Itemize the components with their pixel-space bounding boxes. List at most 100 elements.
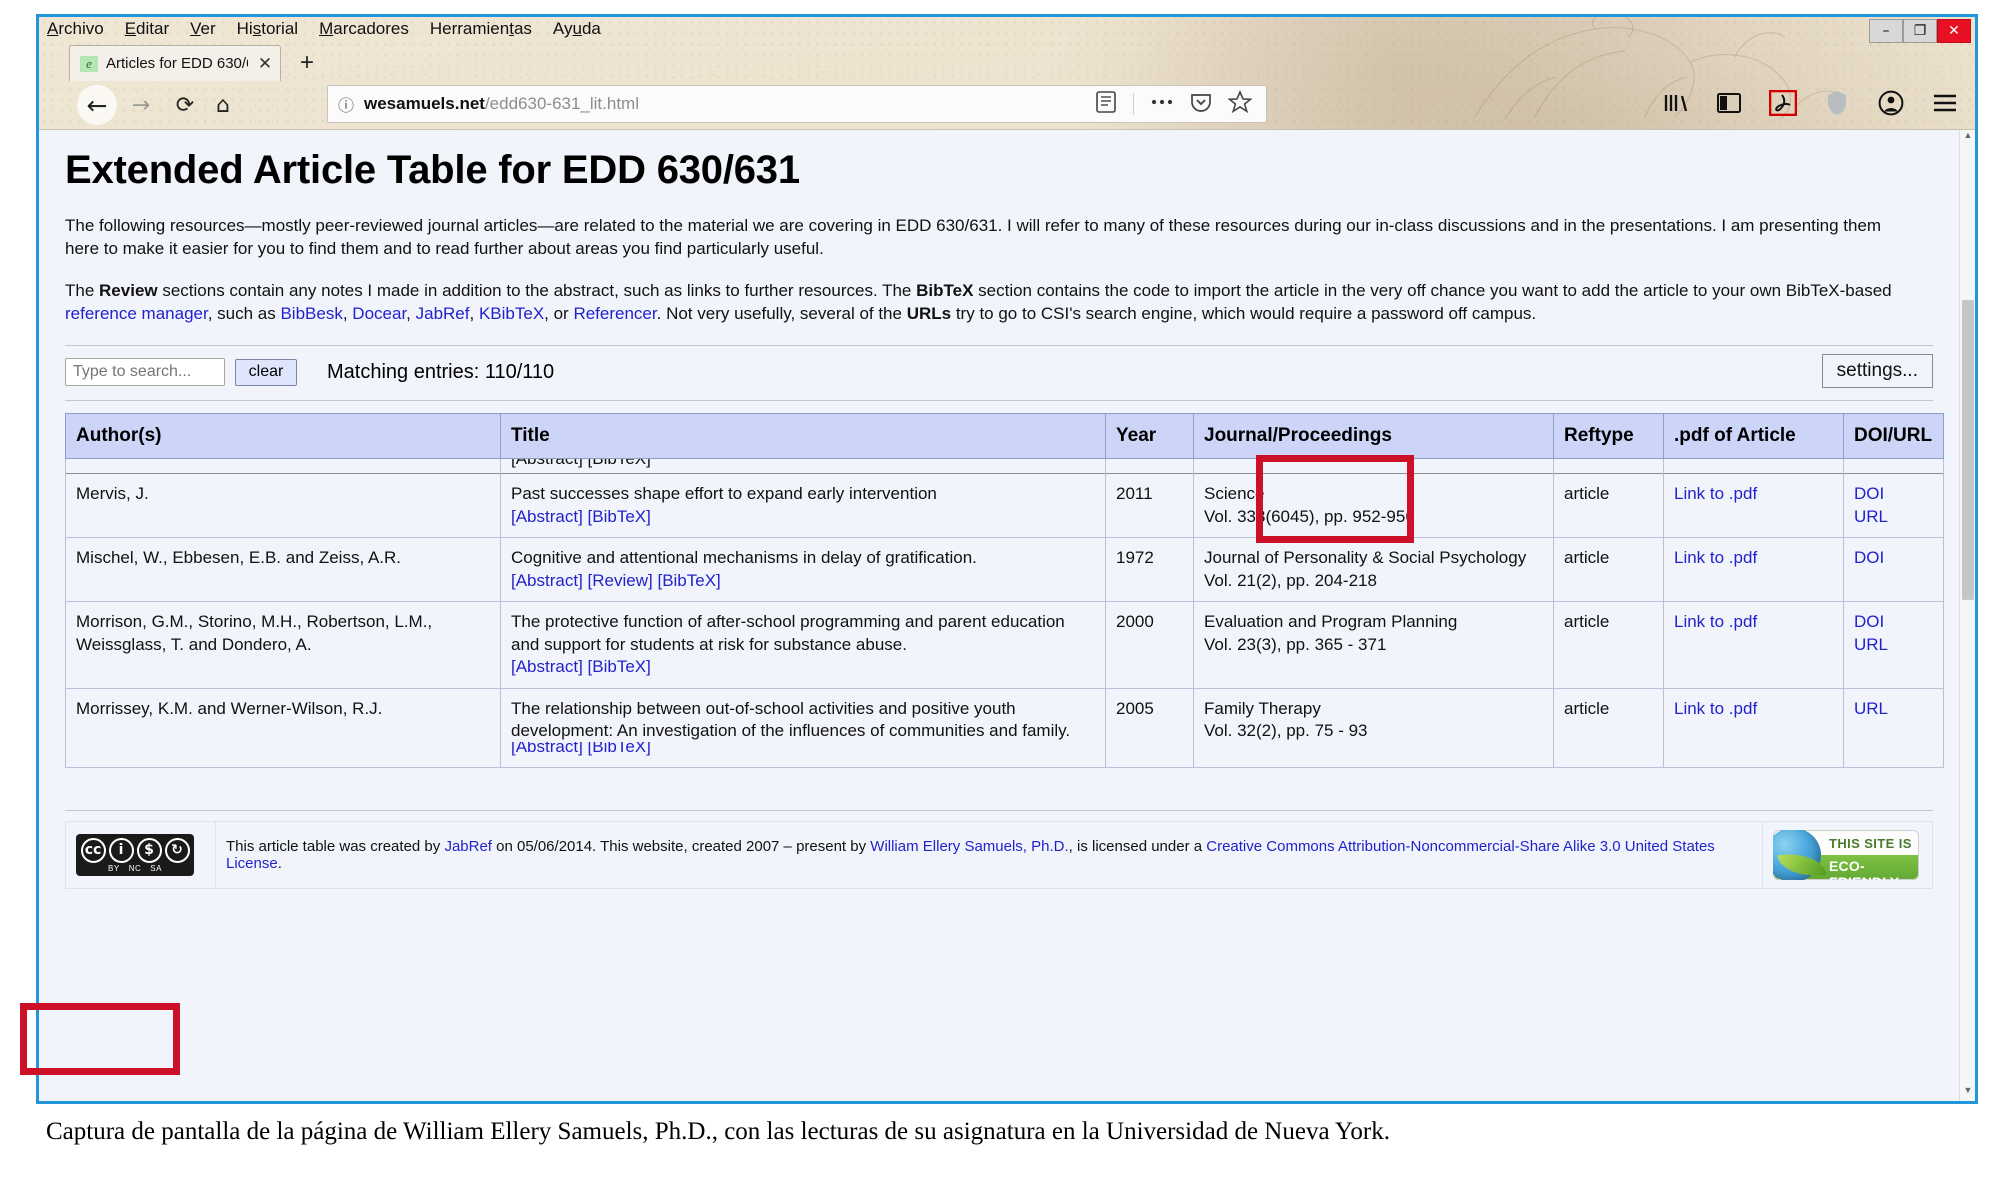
link-reference-manager[interactable]: reference manager (65, 304, 208, 323)
cell-journal: Science Vol. 333(6045), pp. 952-956 (1193, 473, 1554, 539)
menu-icon[interactable] (1931, 89, 1959, 117)
clear-button[interactable]: clear (235, 358, 297, 386)
link-jabref[interactable]: JabRef (416, 304, 470, 323)
menu-bar[interactable]: Archivo Editar Ver Historial Marcadores … (39, 17, 1975, 41)
scroll-up-arrow[interactable]: ▲ (1960, 130, 1975, 146)
doi-link[interactable]: DOI (1854, 484, 1884, 503)
library-icon[interactable] (1661, 89, 1689, 117)
tab-articles[interactable]: e Articles for EDD 630/631 ✕ (69, 45, 281, 81)
divider (1133, 93, 1134, 115)
pdf-link[interactable]: Link to .pdf (1674, 484, 1757, 503)
title-text: Cognitive and attentional mechanisms in … (511, 548, 977, 568)
search-input[interactable] (65, 358, 225, 387)
shield-icon[interactable] (1823, 89, 1851, 117)
footer-author-link[interactable]: William Ellery Samuels, Ph.D. (870, 838, 1068, 855)
screenshot-root: Archivo Editar Ver Historial Marcadores … (0, 0, 2013, 1182)
menu-marcadores[interactable]: Marcadores (319, 19, 409, 39)
vertical-scrollbar[interactable]: ▲ ▼ (1959, 130, 1975, 1101)
link-kbibtex[interactable]: KBibTeX (479, 304, 544, 323)
reload-button[interactable]: ⟳ (169, 89, 201, 121)
pdf-link[interactable]: Link to .pdf (1674, 548, 1757, 567)
abstract-link[interactable]: [Abstract] (511, 657, 583, 676)
doi-link[interactable]: DOI (1854, 612, 1884, 631)
bibtex-link[interactable]: [BibTeX] (588, 507, 651, 526)
pdf-link[interactable]: Link to .pdf (1674, 699, 1757, 718)
menu-herramientas[interactable]: Herramientas (430, 19, 532, 39)
col-reftype[interactable]: Reftype (1553, 413, 1664, 460)
settings-button[interactable]: settings... (1821, 354, 1933, 389)
col-title[interactable]: Title (500, 413, 1106, 460)
journal-name: Science (1204, 484, 1265, 504)
table-header-row: Author(s) Title Year Journal/Proceedings… (65, 413, 1944, 460)
menu-archivo[interactable]: Archivo (47, 19, 104, 39)
address-bar[interactable]: ⓘ wesamuels.net/edd630-631_lit.html (327, 85, 1267, 123)
minimize-button[interactable]: – (1869, 19, 1903, 43)
cc-labels: BY NC SA (108, 864, 162, 873)
cell-title: Past successes shape effort to expand ea… (500, 473, 1106, 539)
address-bar-icons (1095, 89, 1260, 119)
clipped-reftype (1553, 458, 1664, 474)
title-text: Past successes shape effort to expand ea… (511, 484, 937, 504)
new-tab-button[interactable]: + (295, 51, 319, 77)
forward-button[interactable]: → (125, 89, 157, 121)
tab-close-icon[interactable]: ✕ (256, 54, 274, 74)
abstract-link[interactable]: [Abstract] (511, 571, 583, 590)
footer-license-text: This article table was created by JabRef… (226, 838, 1715, 873)
title-links: [Abstract] [BibTeX] (511, 506, 1095, 528)
window-controls[interactable]: – ❐ ✕ (1869, 19, 1971, 43)
close-button[interactable]: ✕ (1937, 19, 1971, 43)
clipped-authors (65, 458, 501, 474)
link-referencer[interactable]: Referencer (573, 304, 656, 323)
cell-year: 2000 (1105, 601, 1194, 689)
browser-window: Archivo Editar Ver Historial Marcadores … (36, 14, 1978, 1104)
pdf-link[interactable]: Link to .pdf (1674, 612, 1757, 631)
footer-table: cc i $ ↻ BY NC SA This article table was… (65, 821, 1933, 890)
footer-jabref-link[interactable]: JabRef (444, 838, 492, 855)
eco-friendly-badge[interactable]: THIS SITE IS ECO-FRIENDLY (1773, 830, 1919, 881)
col-year[interactable]: Year (1105, 413, 1194, 460)
col-doiurl[interactable]: DOI/URL (1843, 413, 1944, 460)
page-actions-icon[interactable] (1150, 95, 1174, 113)
sidebar-icon[interactable] (1715, 89, 1743, 117)
cc-icon: cc (80, 837, 106, 863)
cc-circles: cc i $ ↻ (80, 837, 190, 863)
footer-text-cell: This article table was created by JabRef… (215, 821, 1763, 890)
col-authors[interactable]: Author(s) (65, 413, 501, 460)
footer-cc-cell: cc i $ ↻ BY NC SA (65, 821, 216, 890)
url-link[interactable]: URL (1854, 507, 1888, 526)
journal-name: Journal of Personality & Social Psycholo… (1204, 548, 1527, 568)
cc-sa-icon: ↻ (164, 837, 190, 863)
link-docear[interactable]: Docear (352, 304, 406, 323)
url-link[interactable]: URL (1854, 699, 1888, 718)
scroll-down-arrow[interactable]: ▼ (1960, 1085, 1975, 1101)
footer-eco-cell: THIS SITE IS ECO-FRIENDLY (1762, 821, 1933, 890)
abstract-link[interactable]: [Abstract] (511, 507, 583, 526)
cc-label-sa: SA (150, 863, 162, 873)
col-journal[interactable]: Journal/Proceedings (1193, 413, 1554, 460)
link-bibbesk[interactable]: BibBesk (280, 304, 342, 323)
info-icon[interactable]: ⓘ (328, 92, 364, 116)
maximize-button[interactable]: ❐ (1903, 19, 1937, 43)
account-icon[interactable] (1877, 89, 1905, 117)
back-button[interactable]: ← (77, 85, 117, 125)
reader-view-icon[interactable] (1095, 90, 1117, 119)
bookmark-star-icon[interactable] (1227, 89, 1253, 118)
menu-ver[interactable]: Ver (190, 19, 216, 39)
menu-historial[interactable]: Historial (237, 19, 298, 39)
menu-ayuda[interactable]: Ayuda (553, 19, 601, 39)
col-pdf[interactable]: .pdf of Article (1663, 413, 1844, 460)
bibtex-link[interactable]: [BibTeX] (588, 657, 651, 676)
review-link[interactable]: [Review] (588, 571, 653, 590)
url-text: wesamuels.net/edd630-631_lit.html (364, 94, 639, 114)
scrollbar-thumb[interactable] (1962, 300, 1974, 600)
pocket-icon[interactable] (1190, 91, 1212, 118)
table-row: Mervis, J. Past successes shape effort t… (65, 473, 1944, 539)
home-button[interactable]: ⌂ (207, 89, 239, 121)
pdf-icon[interactable] (1769, 89, 1797, 117)
journal-volume: Vol. 32(2), pp. 75 - 93 (1204, 720, 1368, 740)
bibtex-link[interactable]: [BibTeX] (657, 571, 720, 590)
menu-editar[interactable]: Editar (125, 19, 169, 39)
url-link[interactable]: URL (1854, 635, 1888, 654)
creative-commons-icon[interactable]: cc i $ ↻ BY NC SA (76, 834, 194, 877)
doi-link[interactable]: DOI (1854, 548, 1884, 567)
